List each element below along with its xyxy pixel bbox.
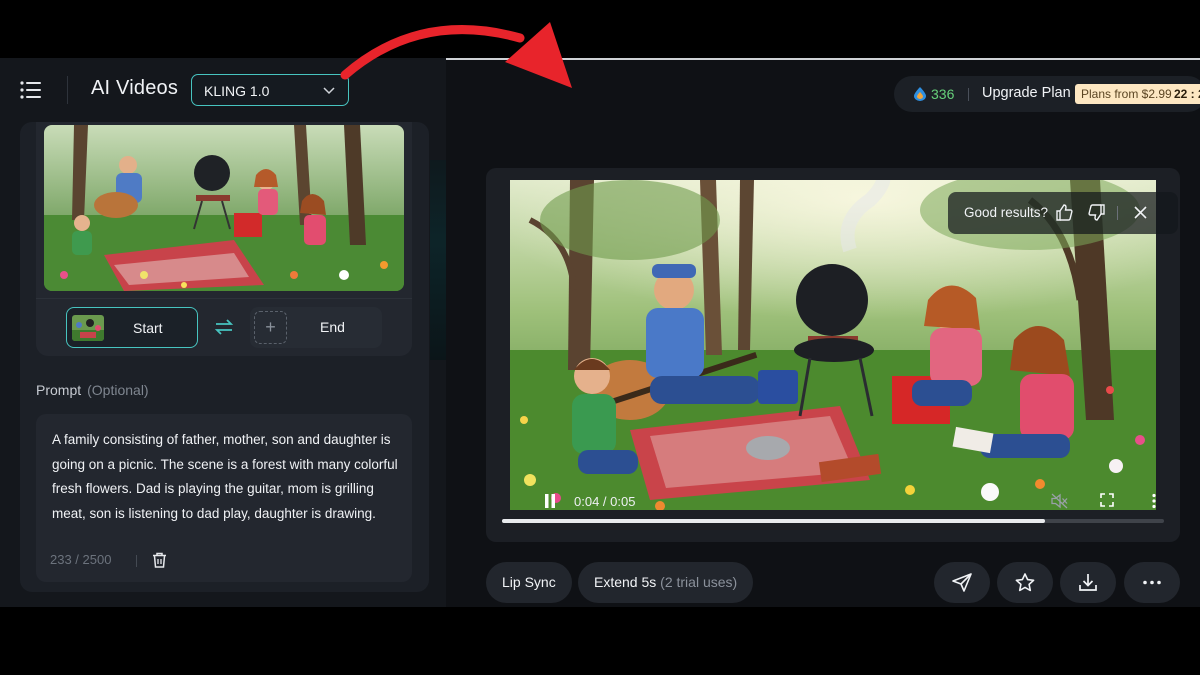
start-frame-thumbnail [72,315,104,341]
top-bar: AI Videos KLING 1.0 [0,58,446,122]
generation-settings-card: Start + End Prompt (Optional) A family co… [20,122,429,592]
start-frame-preview[interactable] [44,125,404,291]
more-vertical-icon[interactable] [1151,493,1157,509]
swap-icon[interactable] [213,316,235,338]
frame-images-card: Start + End [36,122,412,356]
prompt-optional-hint: (Optional) [87,382,149,398]
drop-icon [914,87,926,101]
model-select[interactable]: KLING 1.0 [191,74,349,106]
prompt-input[interactable]: A family consisting of father, mother, s… [36,414,412,582]
download-button[interactable] [1060,562,1116,603]
share-button[interactable] [934,562,990,603]
account-bar: 336 Upgrade Plan Plans from $2.99 22 : 2 [894,76,1200,112]
star-icon [1015,573,1035,592]
panel-seam [430,160,446,360]
extend-note: (2 trial uses) [660,574,738,590]
menu-icon[interactable] [20,80,42,100]
send-icon [952,573,972,592]
result-panel: 336 Upgrade Plan Plans from $2.99 22 : 2 [446,58,1200,607]
download-icon [1079,574,1097,591]
promo-timer: 22 : 2 [1174,87,1200,101]
fullscreen-icon[interactable] [1100,493,1114,507]
video-progress-bar[interactable] [502,519,1164,523]
left-panel: AI Videos KLING 1.0 Start + End Prompt (… [0,58,446,607]
promo-text: Plans from $2.99 [1081,87,1172,101]
chevron-down-icon [323,87,335,95]
divider [968,88,969,101]
favorite-button[interactable] [997,562,1053,603]
trash-icon[interactable] [152,552,167,568]
page-title: AI Videos [91,77,179,99]
mute-icon[interactable] [1051,493,1068,509]
playback-time: 0:04 / 0:05 [574,494,636,509]
character-counter: 233 / 2500 [50,552,112,567]
close-icon[interactable] [1133,205,1148,220]
extend-label: Extend 5s [594,574,657,590]
divider [1117,206,1118,220]
promo-badge[interactable]: Plans from $2.99 22 : 2 [1075,84,1200,104]
more-actions-button[interactable] [1124,562,1180,603]
video-progress-fill [502,519,1045,523]
lip-sync-label: Lip Sync [502,574,556,590]
upgrade-plan-button[interactable]: Upgrade Plan [982,85,1071,101]
prompt-text[interactable]: A family consisting of father, mother, s… [52,428,398,526]
top-band [0,0,1200,58]
divider [136,555,137,567]
bottom-band [0,607,1200,675]
lip-sync-button[interactable]: Lip Sync [486,562,572,603]
video-player: Good results? 0:04 / 0:05 [486,168,1180,542]
prompt-label-text: Prompt [36,382,82,398]
start-frame-button[interactable]: Start [66,307,198,348]
thumbs-up-icon[interactable] [1056,204,1073,221]
divider [67,76,68,104]
end-frame-button[interactable]: + End [250,307,382,348]
more-horizontal-icon [1143,580,1161,585]
divider [36,298,412,299]
feedback-popup: Good results? [948,192,1178,234]
end-frame-label: End [320,319,345,335]
thumbs-down-icon[interactable] [1088,204,1105,221]
model-select-value: KLING 1.0 [204,83,270,99]
prompt-label: Prompt (Optional) [36,382,149,398]
pause-icon[interactable] [544,494,556,508]
add-end-frame-icon: + [254,311,287,344]
credits-count: 336 [931,86,955,102]
start-frame-label: Start [133,320,163,336]
feedback-prompt: Good results? [964,205,1049,220]
extend-button[interactable]: Extend 5s (2 trial uses) [578,562,754,603]
